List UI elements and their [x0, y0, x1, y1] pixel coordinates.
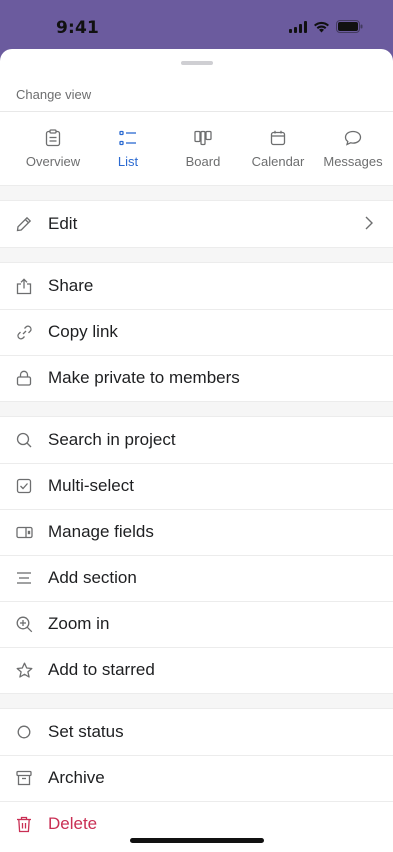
set-status-label: Set status [48, 722, 124, 741]
wifi-icon [313, 20, 330, 38]
status-icons [289, 20, 363, 38]
share-icon [15, 277, 33, 295]
lock-icon [15, 369, 33, 387]
zoom-in-icon [15, 615, 33, 633]
list-icon [119, 128, 137, 148]
tab-board-label: Board [185, 154, 221, 169]
make-private-item[interactable]: Make private to members [0, 355, 393, 401]
archive-icon [15, 769, 33, 787]
tab-messages-label: Messages [323, 154, 383, 169]
search-in-project-label: Search in project [48, 430, 176, 449]
search-in-project-item[interactable]: Search in project [0, 417, 393, 463]
copy-link-item[interactable]: Copy link [0, 309, 393, 355]
clipboard-icon [45, 128, 61, 148]
make-private-label: Make private to members [48, 368, 240, 387]
change-view-label: Change view [16, 87, 92, 102]
fields-icon [15, 523, 33, 541]
board-icon [194, 128, 212, 148]
calendar-icon [270, 128, 286, 148]
edit-item[interactable]: Edit [0, 201, 393, 247]
share-label: Share [48, 276, 94, 295]
zoom-in-item[interactable]: Zoom in [0, 601, 393, 647]
set-status-item[interactable]: Set status [0, 709, 393, 755]
archive-label: Archive [48, 768, 105, 787]
section-gap [0, 185, 393, 201]
tab-list[interactable]: List [90, 112, 166, 184]
view-tabs: Overview List Board Calendar Messages [0, 112, 393, 184]
tab-calendar[interactable]: Calendar [240, 112, 316, 184]
pencil-icon [15, 215, 33, 233]
section-gap [0, 247, 393, 263]
edit-label: Edit [48, 214, 78, 233]
multi-select-label: Multi-select [48, 476, 134, 495]
chat-bubble-icon [344, 128, 362, 148]
chevron-right-icon [365, 216, 373, 235]
section-lines-icon [15, 569, 33, 587]
sheet-grabber[interactable] [181, 61, 213, 65]
archive-item[interactable]: Archive [0, 755, 393, 801]
copy-link-label: Copy link [48, 322, 118, 341]
add-section-label: Add section [48, 568, 137, 587]
share-item[interactable]: Share [0, 263, 393, 309]
search-icon [15, 431, 33, 449]
section-gap [0, 693, 393, 709]
section-gap [0, 401, 393, 417]
tab-overview[interactable]: Overview [15, 112, 91, 184]
view-options-sheet: Change view Overview List Board Calendar… [0, 49, 393, 852]
tab-board[interactable]: Board [165, 112, 241, 184]
manage-fields-label: Manage fields [48, 522, 154, 541]
manage-fields-item[interactable]: Manage fields [0, 509, 393, 555]
multi-select-item[interactable]: Multi-select [0, 463, 393, 509]
status-bar: 9:41 [0, 0, 393, 50]
star-icon [15, 661, 33, 679]
add-to-starred-item[interactable]: Add to starred [0, 647, 393, 693]
cellular-signal-icon [289, 20, 307, 38]
home-indicator [130, 838, 264, 843]
delete-label: Delete [48, 814, 98, 833]
tab-calendar-label: Calendar [251, 154, 305, 169]
zoom-in-label: Zoom in [48, 614, 110, 633]
add-section-item[interactable]: Add section [0, 555, 393, 601]
status-time: 9:41 [56, 18, 100, 38]
trash-icon [15, 815, 33, 833]
tab-messages[interactable]: Messages [315, 112, 391, 184]
battery-icon [336, 20, 363, 38]
tab-overview-label: Overview [25, 154, 81, 169]
tab-list-label: List [117, 154, 139, 169]
circle-icon [15, 723, 33, 741]
add-to-starred-label: Add to starred [48, 660, 155, 679]
checkbox-icon [15, 477, 33, 495]
link-icon [15, 323, 33, 341]
